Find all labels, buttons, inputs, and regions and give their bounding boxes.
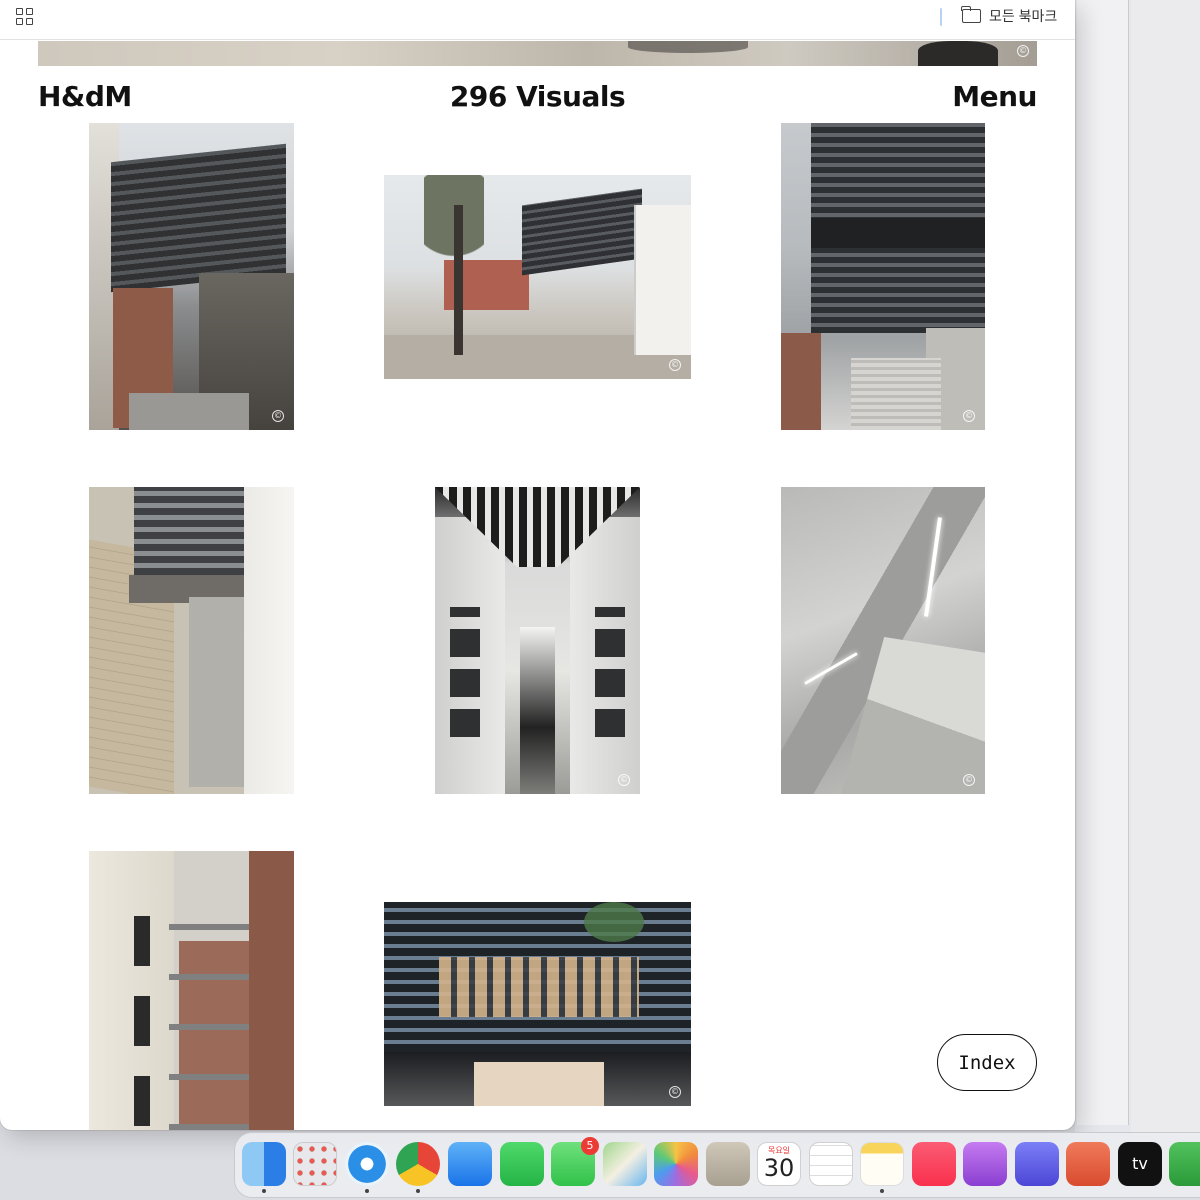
running-indicator — [365, 1189, 369, 1193]
facetime-icon[interactable] — [500, 1142, 544, 1186]
folder-icon — [961, 6, 981, 23]
messages-badge: 5 — [581, 1137, 599, 1155]
running-indicator — [262, 1189, 266, 1193]
podcasts-icon[interactable] — [963, 1142, 1007, 1186]
background-window — [1077, 0, 1129, 1125]
visual-thumbnail[interactable]: © — [384, 175, 691, 379]
page-title: 296 Visuals — [449, 80, 626, 113]
running-indicator — [416, 1189, 420, 1193]
menu-button[interactable]: Menu — [952, 80, 1037, 113]
apple-tv-icon[interactable]: tv — [1118, 1142, 1162, 1186]
notes-icon[interactable] — [860, 1142, 904, 1186]
chrome-icon[interactable] — [396, 1142, 440, 1186]
copyright-icon: © — [963, 774, 975, 786]
browser-window: 모든 북마크 © H&dM 296 Visuals Menu © © © © ©… — [0, 0, 1075, 1130]
calendar-date: 30 — [763, 1154, 795, 1182]
copyright-icon: © — [1017, 45, 1029, 57]
copyright-icon: © — [963, 410, 975, 422]
copyright-icon: © — [618, 774, 630, 786]
contacts-icon[interactable] — [706, 1142, 750, 1186]
calendar-icon[interactable]: 목요일 30 — [757, 1142, 801, 1186]
running-indicator — [880, 1189, 884, 1193]
visual-thumbnail[interactable] — [89, 487, 294, 794]
all-bookmarks-button[interactable]: 모든 북마크 — [961, 6, 1058, 26]
reminders-icon[interactable] — [809, 1142, 853, 1186]
photos-icon[interactable] — [654, 1142, 698, 1186]
finder-icon[interactable] — [242, 1142, 286, 1186]
tv-label: tv — [1132, 1154, 1148, 1173]
imovie-icon[interactable] — [1015, 1142, 1059, 1186]
safari-icon[interactable] — [345, 1142, 389, 1186]
maps-icon[interactable] — [603, 1142, 647, 1186]
visual-thumbnail[interactable]: © — [384, 902, 691, 1106]
copyright-icon: © — [272, 410, 284, 422]
music-icon[interactable] — [912, 1142, 956, 1186]
dock: 5 목요일 30 tv — [234, 1132, 1200, 1198]
visual-thumbnail[interactable]: © — [435, 487, 640, 794]
visual-thumbnail[interactable]: © — [781, 123, 985, 430]
hero-image[interactable]: © — [38, 41, 1037, 66]
copyright-icon: © — [669, 1086, 681, 1098]
bookmarks-bar: 모든 북마크 — [0, 0, 1075, 40]
copyright-icon: © — [669, 359, 681, 371]
visual-thumbnail[interactable] — [89, 851, 294, 1130]
messages-icon[interactable]: 5 — [551, 1137, 599, 1186]
apps-grid-icon[interactable] — [16, 8, 34, 26]
all-bookmarks-label: 모든 북마크 — [989, 8, 1058, 24]
photo-booth-icon[interactable] — [1066, 1142, 1110, 1186]
background-window-panel — [1131, 0, 1200, 1135]
mail-icon[interactable] — [448, 1142, 492, 1186]
bookmarks-separator — [940, 8, 942, 26]
visual-thumbnail[interactable]: © — [89, 123, 294, 430]
index-button[interactable]: Index — [937, 1034, 1037, 1091]
numbers-icon[interactable] — [1169, 1142, 1200, 1186]
site-header: H&dM 296 Visuals Menu — [38, 80, 1037, 114]
visual-thumbnail[interactable]: © — [781, 487, 985, 794]
launchpad-icon[interactable] — [293, 1142, 337, 1186]
desktop-background — [1075, 0, 1200, 1135]
